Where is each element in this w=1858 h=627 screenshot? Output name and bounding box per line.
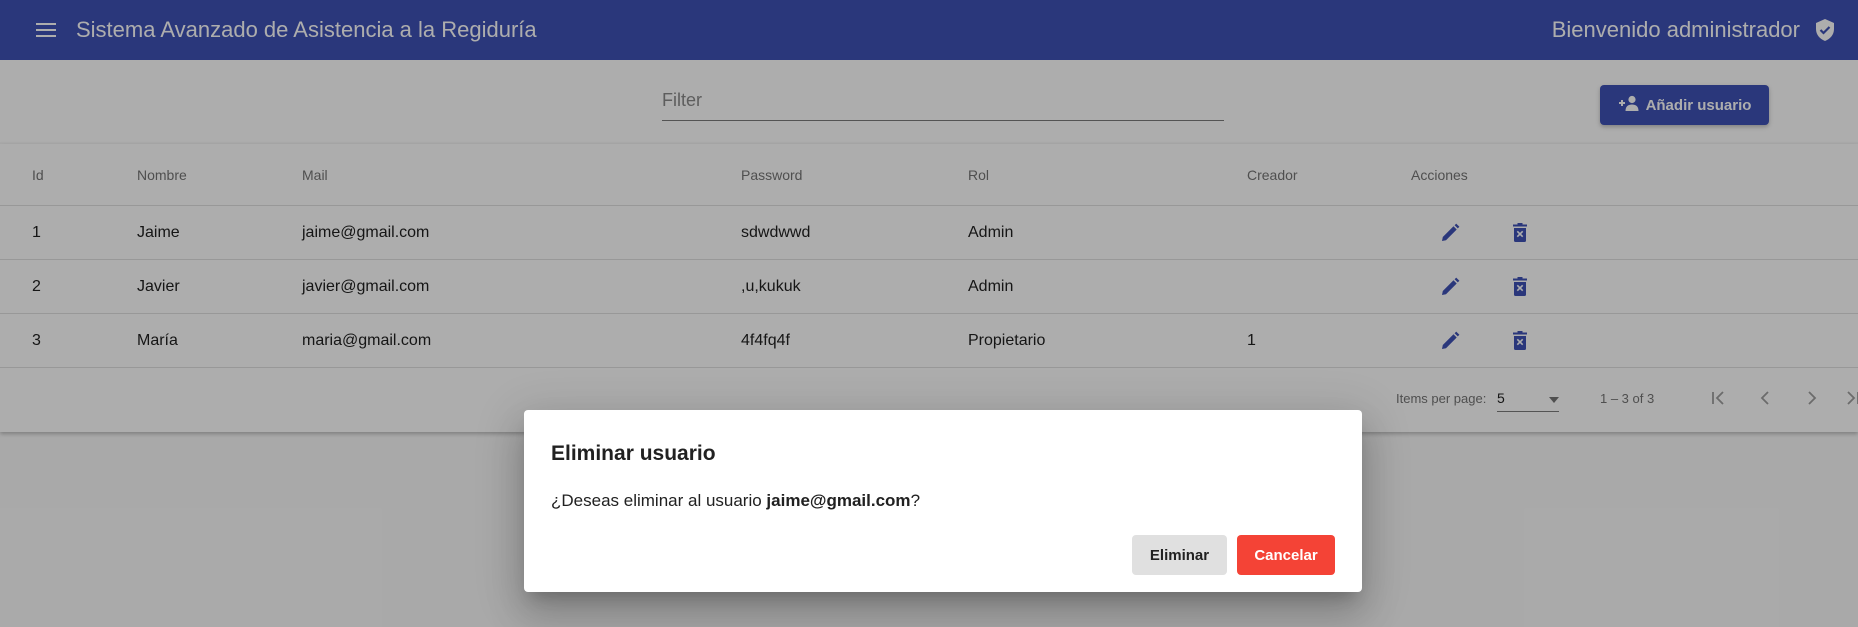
dialog-title: Eliminar usuario [551,442,716,465]
dialog-message-suffix: ? [910,491,921,510]
confirm-delete-button[interactable]: Eliminar [1132,535,1227,575]
dialog-actions: Eliminar Cancelar [1132,535,1335,575]
dialog-email: jaime@gmail.com [766,491,911,510]
cancel-button[interactable]: Cancelar [1237,535,1335,575]
delete-user-dialog: Eliminar usuario ¿Deseas eliminar al usu… [524,410,1362,592]
dialog-message: ¿Deseas eliminar al usuario jaime@gmail.… [551,490,1335,512]
dialog-message-prefix: ¿Deseas eliminar al usuario [551,491,767,510]
